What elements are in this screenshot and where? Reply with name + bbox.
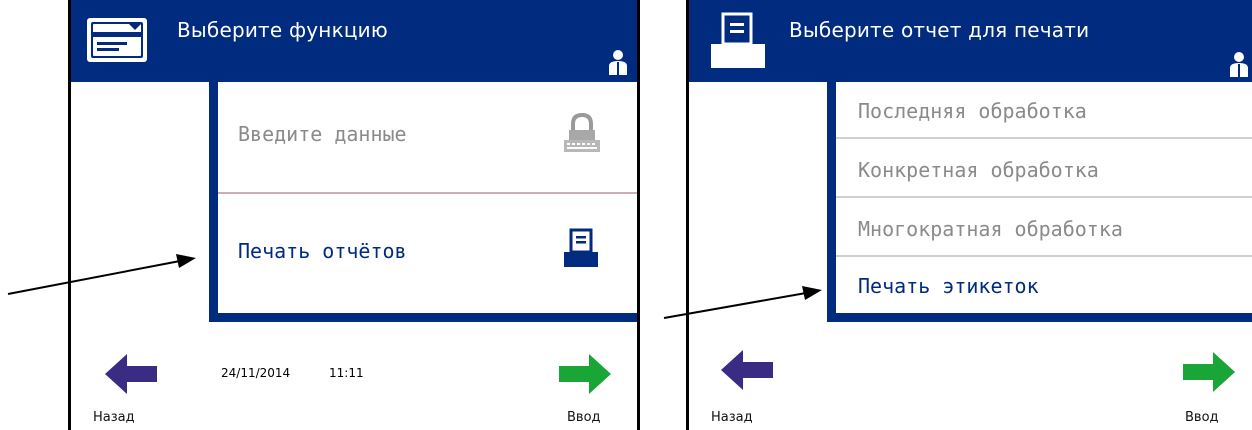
page-title: Выберите функцию — [177, 18, 388, 42]
menu-item-enter-data[interactable]: Введите данные — [218, 82, 637, 194]
enter-arrow-icon[interactable] — [557, 352, 613, 396]
printer-icon — [564, 228, 598, 267]
menu-item-label: Последняя обработка — [858, 99, 1087, 123]
card-reader-icon — [87, 18, 147, 62]
enter-label[interactable]: Ввод — [1185, 410, 1219, 425]
page-title: Выберите отчет для печати — [789, 18, 1090, 42]
back-label[interactable]: Назад — [93, 410, 135, 425]
back-arrow-icon[interactable] — [719, 348, 775, 392]
back-label[interactable]: Назад — [711, 410, 753, 425]
menu-item-label: Печать отчётов — [238, 239, 407, 263]
menu-item-label: Печать этикеток — [858, 274, 1039, 298]
printer-icon — [711, 12, 765, 68]
date-display: 24/11/2014 — [221, 366, 291, 380]
screen-select-function: Выберите функцию Введите данные Печать о… — [68, 0, 640, 430]
header-bar: Выберите функцию — [71, 0, 637, 82]
menu-item-label: Конкретная обработка — [858, 158, 1099, 182]
user-icon[interactable] — [607, 48, 629, 76]
menu-item-multiple-processing[interactable]: Многократная обработка — [836, 200, 1252, 257]
time-display: 11:11 — [329, 366, 364, 380]
back-arrow-icon[interactable] — [103, 352, 159, 396]
menu-item-print-reports[interactable]: Печать отчётов — [218, 196, 637, 311]
menu-item-specific-processing[interactable]: Конкретная обработка — [836, 141, 1252, 198]
menu-item-label: Введите данные — [238, 122, 407, 146]
menu-item-last-processing[interactable]: Последняя обработка — [836, 82, 1252, 139]
enter-arrow-icon[interactable] — [1181, 350, 1237, 394]
screen-select-report: Выберите отчет для печати Последняя обра… — [686, 0, 1252, 430]
menu-item-label: Многократная обработка — [858, 217, 1123, 241]
user-icon[interactable] — [1228, 50, 1250, 78]
function-menu: Введите данные Печать отчётов — [209, 82, 637, 322]
menu-item-print-labels[interactable]: Печать этикеток — [836, 257, 1252, 314]
header-bar: Выберите отчет для печати — [689, 0, 1252, 82]
lock-keypad-icon — [564, 112, 600, 152]
enter-label[interactable]: Ввод — [567, 410, 601, 425]
report-menu: Последняя обработка Конкретная обработка… — [827, 82, 1252, 322]
